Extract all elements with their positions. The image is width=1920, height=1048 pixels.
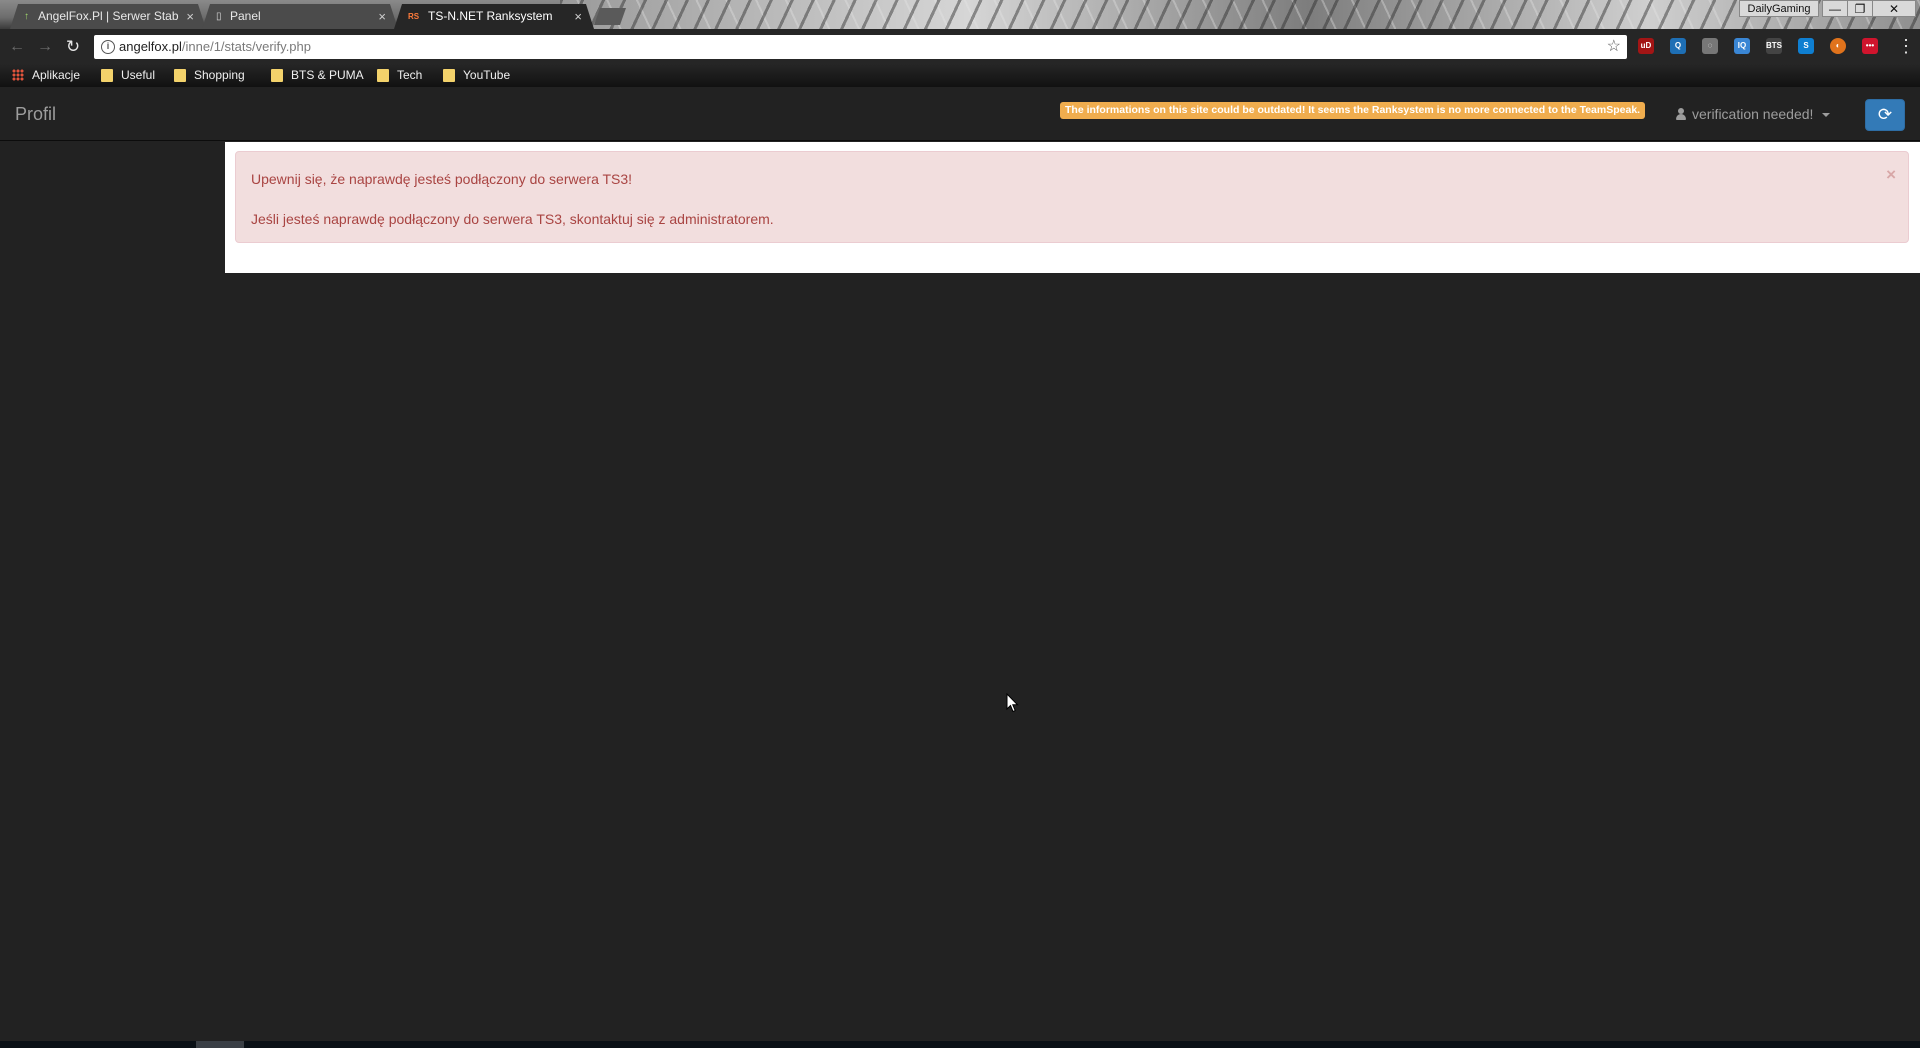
close-icon[interactable]: ×: [378, 4, 386, 29]
navbar-brand[interactable]: Profil: [15, 87, 56, 141]
close-icon[interactable]: ×: [574, 4, 582, 29]
refresh-button[interactable]: ⟳: [1865, 99, 1905, 131]
alert-message-line1: Upewnij się, że naprawdę jesteś podłączo…: [251, 171, 633, 187]
browser-titlebar: ↑ AngelFox.Pl | Serwer Stab × ▯ Panel × …: [0, 0, 1920, 29]
bookmark-label: Useful: [121, 68, 156, 82]
apps-grid-icon: [12, 69, 24, 81]
browser-toolbar: ← → ↻ i angelfox.pl/inne/1/stats/verify.…: [0, 29, 1920, 64]
arrow-up-icon: ↑: [24, 11, 29, 22]
user-icon: [1676, 108, 1686, 120]
orange-ext-icon[interactable]: ◐: [1830, 38, 1846, 54]
bookmark-label: Tech: [397, 68, 423, 82]
bulb-icon[interactable]: ◌: [1702, 38, 1718, 54]
tab-label: AngelFox.Pl | Serwer Stab: [38, 9, 179, 23]
skype-icon[interactable]: S: [1798, 38, 1814, 54]
taskbar-item[interactable]: [196, 1041, 244, 1048]
red-ext-icon[interactable]: •••: [1862, 38, 1878, 54]
restore-button[interactable]: ❐: [1847, 0, 1873, 17]
url-path: /inne/1/stats/verify.php: [181, 39, 311, 54]
profile-button[interactable]: DailyGaming: [1739, 0, 1819, 17]
sidebar: [0, 142, 225, 1041]
bookmark-label: Shopping: [194, 68, 245, 82]
page-icon: ▯: [216, 11, 222, 22]
folder-icon: [101, 69, 113, 82]
close-window-button[interactable]: ✕: [1872, 0, 1916, 17]
bookmark-label: BTS & PUMA: [291, 68, 364, 82]
bookmark-shopping[interactable]: Shopping: [174, 64, 245, 87]
bookmark-label: YouTube: [463, 68, 511, 82]
tab-angelfox[interactable]: ↑ AngelFox.Pl | Serwer Stab ×: [10, 4, 206, 29]
bookmark-bts-puma[interactable]: BTS & PUMA: [271, 64, 364, 87]
tab-panel[interactable]: ▯ Panel ×: [202, 4, 398, 29]
alert-close-icon[interactable]: ×: [1886, 166, 1896, 183]
bts-icon[interactable]: BTS: [1766, 38, 1782, 54]
bookmark-useful[interactable]: Useful: [101, 64, 155, 87]
forward-button[interactable]: →: [34, 36, 56, 58]
bookmark-label: Aplikacje: [32, 68, 81, 82]
url-host: angelfox.pl: [119, 39, 182, 54]
folder-icon: [174, 69, 186, 82]
page: Profil The informations on this site cou…: [0, 87, 1920, 1041]
reload-button[interactable]: ↻: [62, 36, 84, 58]
tab-label: Panel: [230, 9, 261, 23]
os-taskbar: [0, 1041, 1920, 1048]
back-button[interactable]: ←: [6, 36, 28, 58]
user-dropdown-label: verification needed!: [1692, 106, 1814, 122]
refresh-icon: ⟳: [1877, 105, 1893, 124]
tab-label: TS-N.NET Ranksystem: [428, 9, 553, 23]
ublock-icon[interactable]: uD: [1638, 38, 1654, 54]
badge-ext-icon[interactable]: Q: [1670, 38, 1686, 54]
alert-message-line2: Jeśli jesteś naprawdę podłączony do serw…: [251, 211, 774, 227]
titlebar-theme-image: [560, 0, 1920, 29]
top-navbar: Profil The informations on this site cou…: [0, 87, 1920, 141]
minimize-button[interactable]: —: [1822, 0, 1848, 17]
bookmark-apps[interactable]: Aplikacje: [12, 64, 80, 87]
info-icon[interactable]: i: [101, 40, 115, 54]
content-panel: Upewnij się, że naprawdę jesteś podłączo…: [225, 142, 1920, 273]
caret-down-icon: [1822, 113, 1831, 117]
close-icon[interactable]: ×: [186, 4, 194, 29]
outdated-warning-badge: The informations on this site could be o…: [1060, 102, 1646, 119]
tab-ranksystem[interactable]: RS TS-N.NET Ranksystem ×: [394, 4, 594, 29]
folder-icon: [443, 69, 455, 82]
mouse-cursor-icon: [1006, 693, 1019, 713]
folder-icon: [377, 69, 389, 82]
bookmark-star-icon[interactable]: ☆: [1607, 35, 1621, 59]
bookmarks-bar: Aplikacje Useful Shopping BTS & PUMA Tec…: [0, 64, 1920, 87]
address-bar[interactable]: i angelfox.pl/inne/1/stats/verify.php ☆: [94, 35, 1627, 59]
danger-alert: Upewnij się, że naprawdę jesteś podłączo…: [235, 151, 1909, 243]
browser-menu-icon[interactable]: ⋮: [1897, 33, 1915, 59]
bookmark-tech[interactable]: Tech: [377, 64, 422, 87]
url-text[interactable]: angelfox.pl/inne/1/stats/verify.php: [119, 35, 311, 59]
iq-icon[interactable]: IQ: [1734, 38, 1750, 54]
folder-icon: [271, 69, 283, 82]
bookmark-youtube[interactable]: YouTube: [443, 64, 510, 87]
user-dropdown[interactable]: verification needed!: [1676, 87, 1831, 141]
rs-logo-icon: RS: [408, 12, 420, 21]
